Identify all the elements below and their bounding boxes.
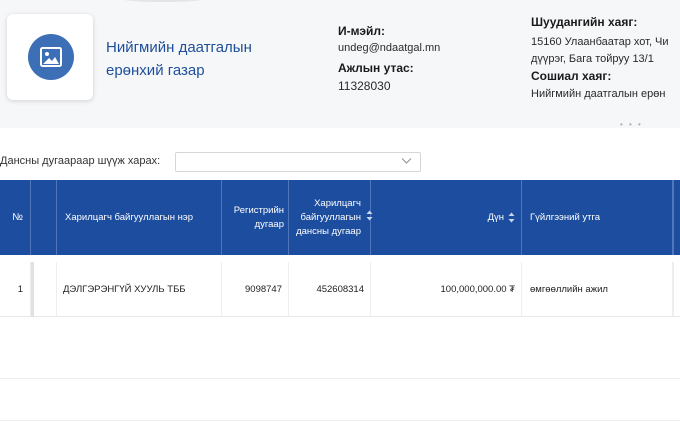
phone-label: Ажлын утас: (338, 61, 414, 75)
email-value[interactable]: undeg@ndaatgal.mn (338, 42, 440, 54)
phone-value: 11328030 (338, 79, 391, 93)
col-partner-header: Харилцагч байгууллагын нэр (57, 180, 222, 255)
org-name: Нийгмийн даатгалын ерөнхий газар (106, 39, 252, 79)
account-filter-select[interactable] (175, 152, 421, 172)
col-account-header-label: Харилцагч байгууллагын дансны дугаар (296, 197, 361, 237)
more-dots-icon: • • • (620, 120, 643, 129)
cell-purpose: өмгөөллийн ажил (522, 262, 673, 317)
social-label: Сошиал хаяг: (531, 69, 612, 83)
cell-partner: ДЭЛГЭРЭНГҮЙ ХУУЛЬ ТББ (57, 262, 222, 317)
email-label: И-мэйл: (338, 24, 385, 38)
col-register-header: Регистрийн дугаар (222, 180, 289, 255)
col-account-header[interactable]: Харилцагч байгууллагын дансны дугаар (289, 180, 371, 255)
address-line-2: дүүрэг, Бага тойруу 13/1 (531, 53, 654, 65)
cell-num: 1 (0, 262, 31, 317)
cell-extra (673, 262, 680, 317)
col-num-header: № (0, 180, 31, 255)
row-divider (0, 420, 680, 421)
cell-register: 9098747 (222, 262, 289, 317)
address-line-1: 15160 Улаанбаатар хот, Чи (531, 36, 669, 48)
col-select-header (31, 180, 57, 255)
row-divider (0, 378, 680, 379)
address-label: Шуудангийн хаяг: (531, 15, 638, 29)
chevron-down-icon (401, 158, 412, 164)
cell-amount: 100,000,000.00 ₮ (371, 262, 522, 317)
address-value: 15160 Улаанбаатар хот, Чи дүүрэг, Бага т… (531, 34, 680, 68)
table-row[interactable]: 1 ДЭЛГЭРЭНГҮЙ ХУУЛЬ ТББ 9098747 45260831… (0, 262, 680, 317)
image-placeholder-icon (28, 34, 74, 80)
cell-select[interactable] (31, 262, 57, 317)
table-header: № Харилцагч байгууллагын нэр Регистрийн … (0, 180, 680, 255)
filter-label: Дансны дугаараар шүүж харах: (0, 155, 161, 167)
decorative-shadow (118, 0, 208, 2)
org-logo-card (7, 14, 93, 100)
cell-account: 452608314 (289, 262, 371, 317)
col-purpose-header: Гүйлгээний утга (522, 180, 673, 255)
org-header: Нийгмийн даатгалын ерөнхий газар И-мэйл:… (0, 0, 680, 129)
col-amount-header[interactable]: Дүн (371, 180, 522, 255)
sort-icon (508, 212, 515, 223)
social-value[interactable]: Нийгмийн даатгалын ерөн (531, 88, 665, 100)
col-extra-header (673, 180, 680, 255)
col-amount-header-label: Дүн (487, 211, 504, 223)
